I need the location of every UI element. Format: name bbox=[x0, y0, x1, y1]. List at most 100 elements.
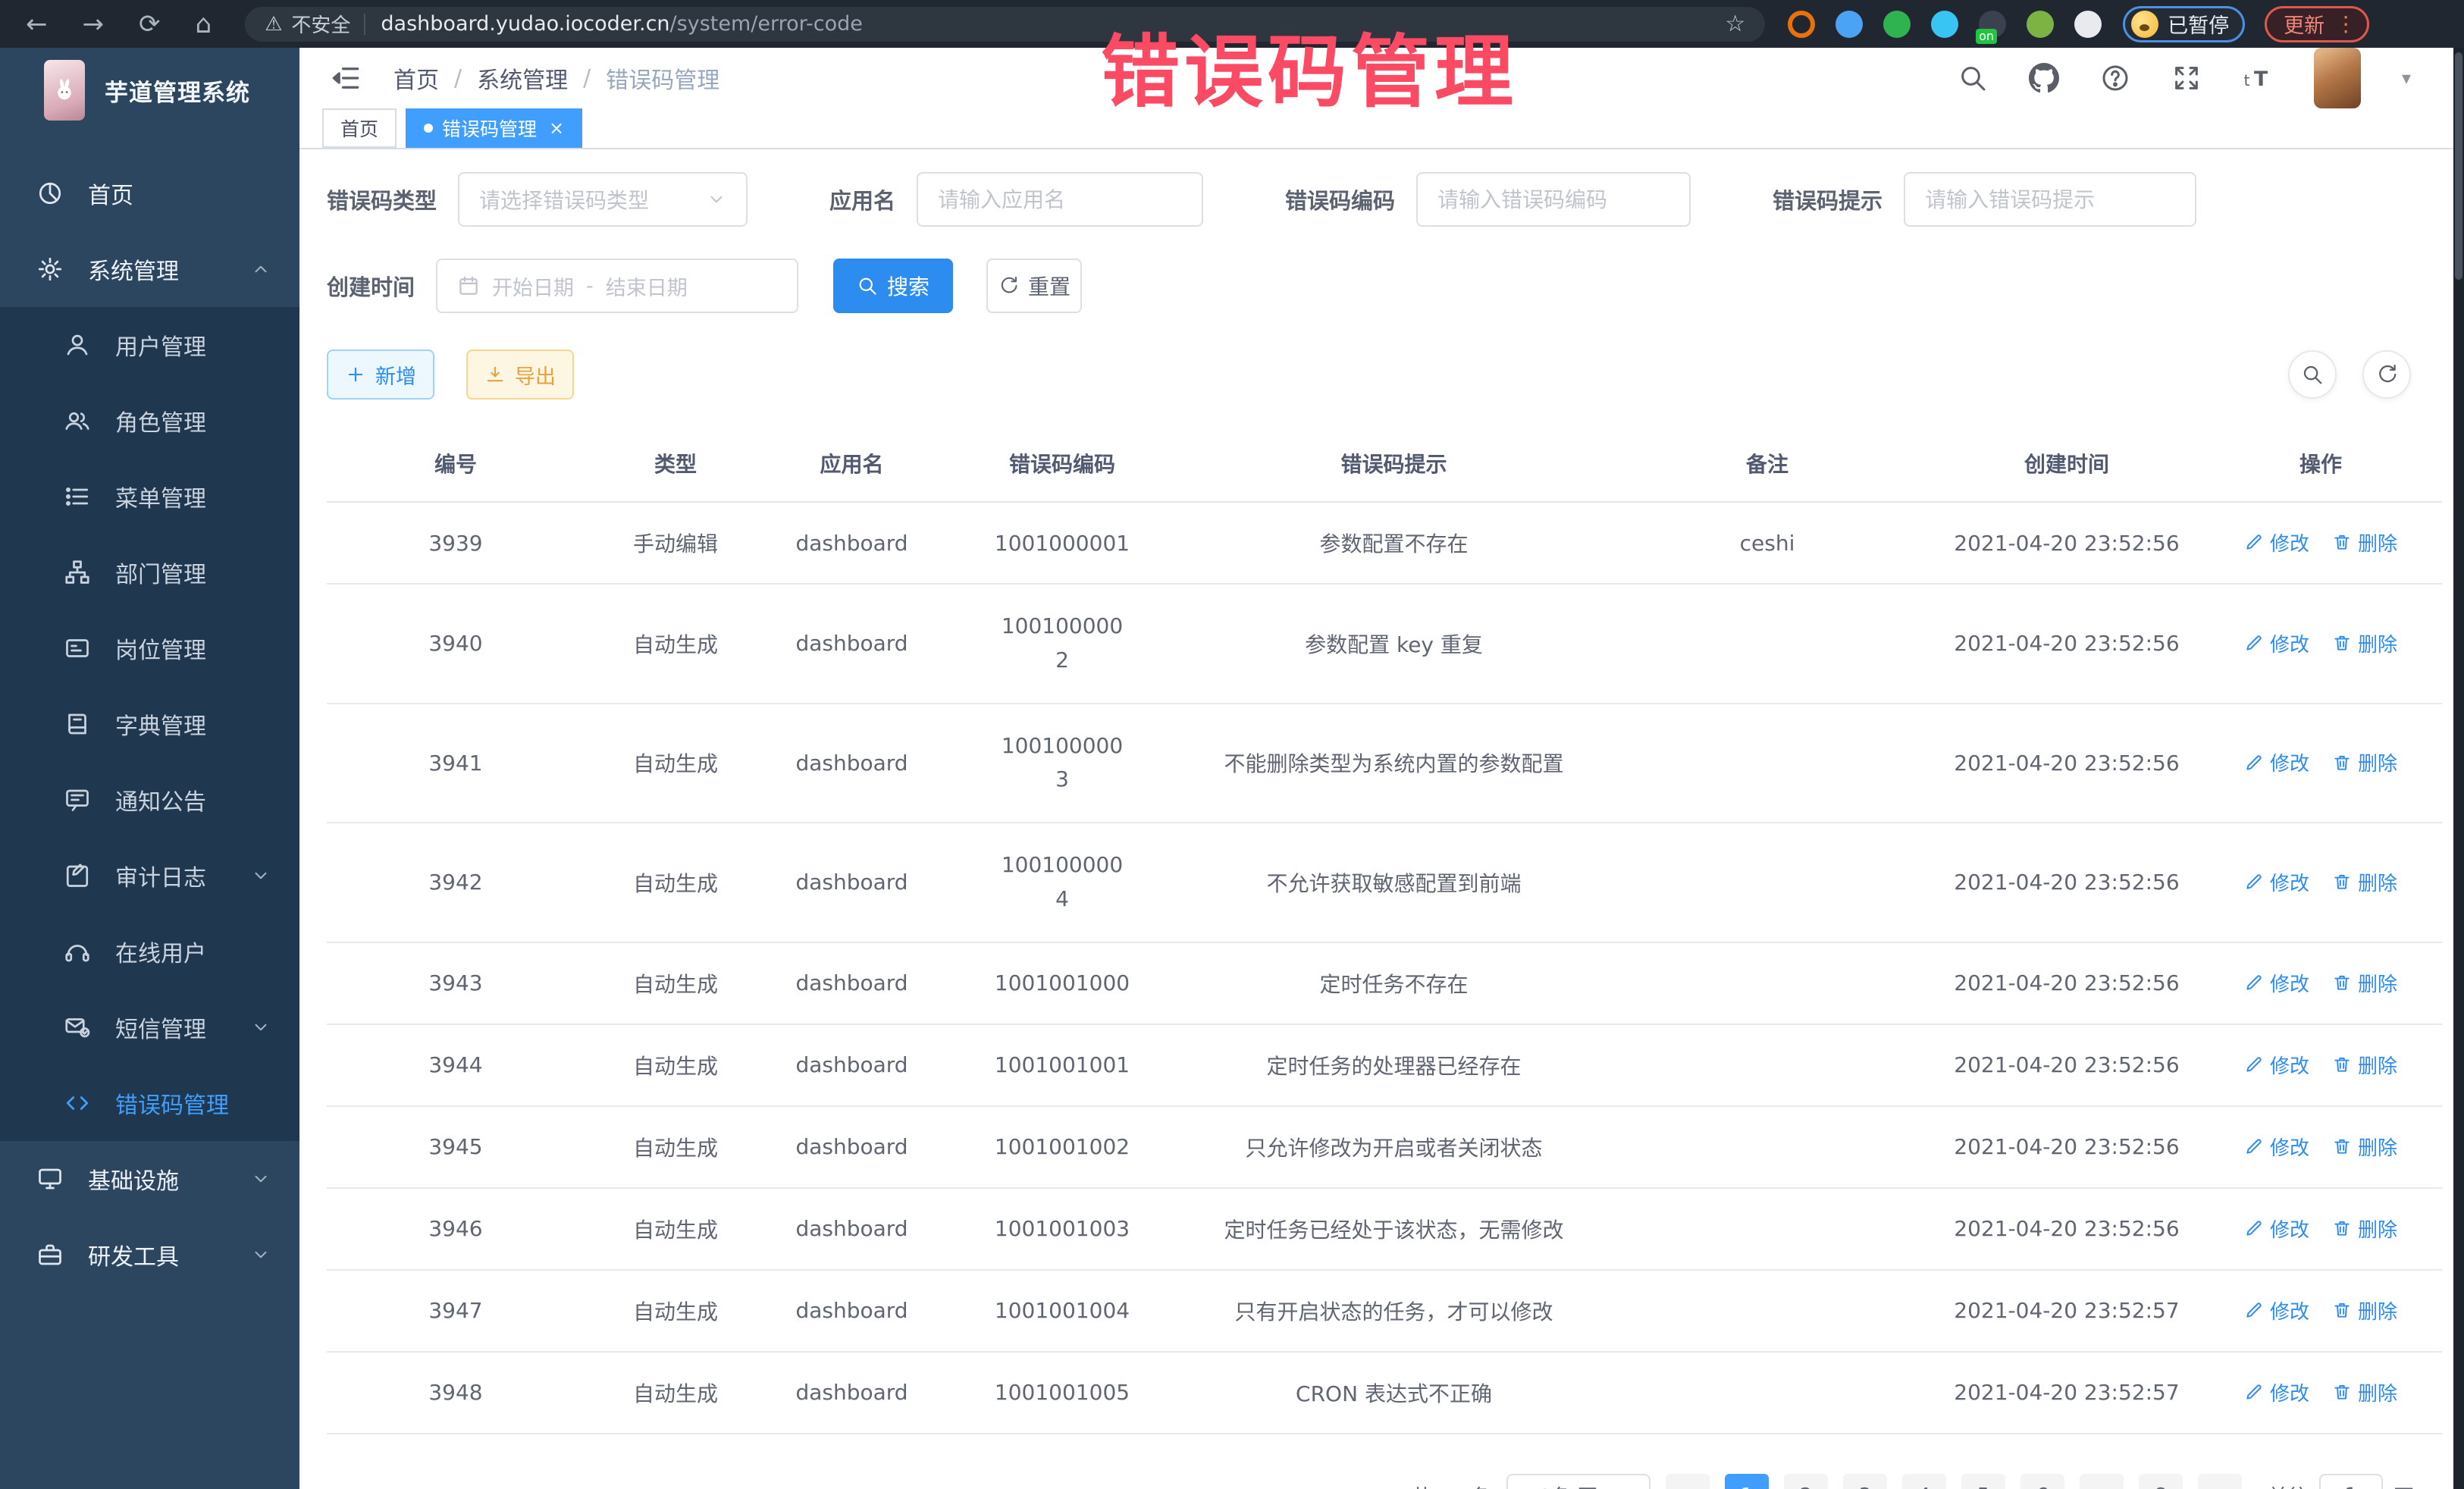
puzzle-extension-icon[interactable] bbox=[2074, 11, 2102, 38]
app-name-input[interactable] bbox=[938, 187, 1182, 212]
address-bar[interactable]: ⚠ 不安全 dashboard.yudao.iocoder.cn /system… bbox=[245, 7, 1765, 42]
gear-icon bbox=[33, 255, 67, 283]
edit-row-button[interactable]: 修改 bbox=[2244, 1296, 2309, 1324]
green-key-extension-icon[interactable] bbox=[2027, 11, 2054, 38]
orange-ring-extension-icon[interactable] bbox=[1788, 11, 1815, 38]
close-tab-icon[interactable]: × bbox=[549, 118, 564, 139]
edit-row-button[interactable]: 修改 bbox=[2244, 969, 2309, 997]
blue-grid-extension-icon[interactable] bbox=[1931, 11, 1958, 38]
refresh-table-button[interactable] bbox=[2362, 350, 2411, 399]
sidebar-item-研发工具[interactable]: 研发工具 bbox=[0, 1217, 299, 1293]
cell-hint: 不允许获取敏感配置到前端 bbox=[1187, 823, 1600, 942]
sidebar-item-短信管理[interactable]: 短信管理 bbox=[0, 989, 299, 1065]
browser-scrollbar[interactable] bbox=[2453, 48, 2464, 1489]
edit-row-button[interactable]: 修改 bbox=[2244, 1051, 2309, 1079]
add-button[interactable]: 新增 bbox=[327, 350, 434, 400]
back-icon[interactable]: ← bbox=[26, 11, 48, 37]
export-button[interactable]: 导出 bbox=[466, 350, 574, 400]
delete-row-button[interactable]: 删除 bbox=[2332, 868, 2397, 896]
delete-row-button[interactable]: 删除 bbox=[2332, 1133, 2397, 1161]
date-range-picker[interactable]: 开始日期 - 结束日期 bbox=[436, 259, 798, 313]
sidebar-item-角色管理[interactable]: 角色管理 bbox=[0, 383, 299, 459]
delete-row-button[interactable]: 删除 bbox=[2332, 748, 2397, 776]
page-button-6[interactable]: 6 bbox=[2020, 1474, 2064, 1489]
sidebar-collapse-icon[interactable] bbox=[330, 62, 362, 94]
show-search-button[interactable] bbox=[2288, 350, 2337, 399]
search-icon[interactable] bbox=[1958, 63, 1988, 93]
sidebar-item-字典管理[interactable]: 字典管理 bbox=[0, 686, 299, 762]
delete-row-button[interactable]: 删除 bbox=[2332, 1296, 2397, 1324]
page-button-3[interactable]: 3 bbox=[1843, 1474, 1887, 1489]
question-icon[interactable] bbox=[2100, 63, 2130, 93]
next-page-button[interactable] bbox=[2198, 1474, 2242, 1489]
edit-row-button[interactable]: 修改 bbox=[2244, 1133, 2309, 1161]
page-button-5[interactable]: 5 bbox=[1961, 1474, 2005, 1489]
home-icon[interactable]: ⌂ bbox=[196, 11, 212, 37]
edit-row-button[interactable]: 修改 bbox=[2244, 868, 2309, 896]
forward-icon[interactable]: → bbox=[83, 11, 105, 37]
github-icon[interactable] bbox=[2029, 63, 2059, 93]
prev-page-button[interactable] bbox=[1666, 1474, 1710, 1489]
sidebar-item-系统管理[interactable]: 系统管理 bbox=[0, 231, 299, 307]
goto-page-input[interactable] bbox=[2319, 1474, 2383, 1489]
fullscreen-icon[interactable] bbox=[2171, 63, 2202, 93]
page-button-8[interactable]: 8 bbox=[2139, 1474, 2183, 1489]
sidebar-item-通知公告[interactable]: 通知公告 bbox=[0, 762, 299, 838]
error-hint-input[interactable] bbox=[1925, 187, 2175, 212]
error-type-select[interactable]: 请选择错误码类型 bbox=[458, 172, 748, 227]
edit-row-button[interactable]: 修改 bbox=[2244, 1378, 2309, 1406]
scrollbar-thumb[interactable] bbox=[2455, 52, 2462, 280]
page-button-2[interactable]: 2 bbox=[1784, 1474, 1828, 1489]
blue-gem-extension-icon[interactable] bbox=[1835, 11, 1863, 38]
edit-row-button[interactable]: 修改 bbox=[2244, 629, 2309, 657]
page-ellipsis[interactable]: ••• bbox=[2080, 1474, 2124, 1489]
sidebar-item-菜单管理[interactable]: 菜单管理 bbox=[0, 459, 299, 534]
sidebar-item-审计日志[interactable]: 审计日志 bbox=[0, 838, 299, 914]
sidebar-item-错误码管理[interactable]: 错误码管理 bbox=[0, 1065, 299, 1141]
edit-row-button[interactable]: 修改 bbox=[2244, 1215, 2309, 1243]
logo-row[interactable]: 芋道管理系统 bbox=[0, 48, 299, 133]
error-code-input[interactable] bbox=[1437, 187, 1669, 212]
list-extension-icon[interactable]: on bbox=[1979, 11, 2006, 38]
user-avatar[interactable] bbox=[2314, 48, 2361, 108]
sidebar-item-用户管理[interactable]: 用户管理 bbox=[0, 307, 299, 383]
cell-time: 2021-04-20 23:52:56 bbox=[1934, 823, 2199, 942]
sidebar-item-岗位管理[interactable]: 岗位管理 bbox=[0, 610, 299, 686]
bookmark-star-icon[interactable]: ☆ bbox=[1725, 11, 1745, 37]
svg-text:t: t bbox=[2244, 71, 2250, 89]
search-button[interactable]: 搜索 bbox=[833, 259, 953, 313]
page-size-select[interactable]: 10条/页 bbox=[1506, 1474, 1651, 1489]
cell-hint: 定时任务的处理器已经存在 bbox=[1187, 1024, 1600, 1106]
tab-首页[interactable]: 首页 bbox=[322, 108, 397, 148]
delete-row-button[interactable]: 删除 bbox=[2332, 629, 2397, 657]
reload-icon[interactable]: ⟳ bbox=[139, 11, 161, 37]
green-circle-extension-icon[interactable] bbox=[1883, 11, 1911, 38]
sidebar-item-label: 研发工具 bbox=[88, 1238, 179, 1271]
page-size-value: 10条/页 bbox=[1526, 1481, 1597, 1489]
sidebar-item-基础设施[interactable]: 基础设施 bbox=[0, 1141, 299, 1217]
page-button-1[interactable]: 1 bbox=[1725, 1474, 1769, 1489]
delete-row-button[interactable]: 删除 bbox=[2332, 1051, 2397, 1079]
sidebar-item-在线用户[interactable]: 在线用户 bbox=[0, 914, 299, 989]
browser-update-button[interactable]: 更新 ⋮ bbox=[2265, 6, 2369, 42]
cell-memo: ceshi bbox=[1600, 502, 1934, 584]
delete-row-button[interactable]: 删除 bbox=[2332, 528, 2397, 556]
reset-button[interactable]: 重置 bbox=[986, 259, 1082, 313]
edit-row-button[interactable]: 修改 bbox=[2244, 748, 2309, 776]
page-button-4[interactable]: 4 bbox=[1902, 1474, 1946, 1489]
edit-row-button[interactable]: 修改 bbox=[2244, 528, 2309, 556]
breadcrumb-item-系统管理[interactable]: 系统管理 bbox=[477, 61, 568, 95]
delete-row-button[interactable]: 删除 bbox=[2332, 1378, 2397, 1406]
avatar-dropdown-icon[interactable]: ▾ bbox=[2402, 67, 2411, 89]
breadcrumb-item-首页[interactable]: 首页 bbox=[393, 61, 439, 95]
sms-icon bbox=[61, 1014, 94, 1041]
browser-menu-icon[interactable]: ⋮ bbox=[2335, 11, 2356, 36]
delete-row-button[interactable]: 删除 bbox=[2332, 969, 2397, 997]
fontsize-icon[interactable]: tT bbox=[2243, 63, 2273, 93]
sidebar-item-首页[interactable]: 首页 bbox=[0, 155, 299, 231]
app-title: 芋道管理系统 bbox=[105, 74, 250, 108]
delete-row-button[interactable]: 删除 bbox=[2332, 1215, 2397, 1243]
sidebar-item-部门管理[interactable]: 部门管理 bbox=[0, 534, 299, 610]
tab-错误码管理[interactable]: 错误码管理× bbox=[406, 108, 582, 148]
profile-paused-badge[interactable]: 已暂停 bbox=[2123, 6, 2245, 42]
